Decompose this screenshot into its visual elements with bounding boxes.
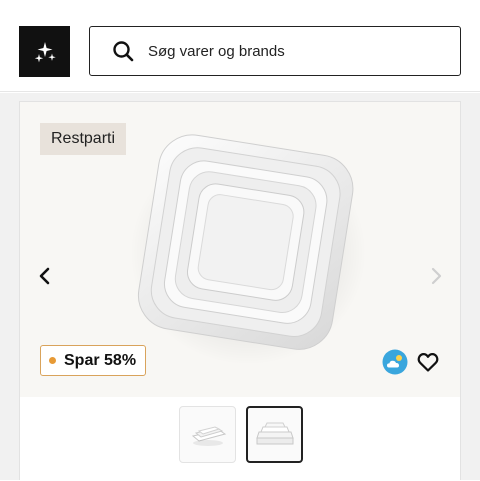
chevron-right-icon [431, 267, 442, 285]
thumbnail-2-selected[interactable] [246, 406, 303, 463]
logo-button[interactable] [19, 26, 70, 77]
product-card: Restparti Spar 58% [19, 101, 461, 481]
search-input[interactable] [148, 42, 438, 60]
next-image-button[interactable] [424, 264, 448, 288]
product-gallery[interactable]: Restparti Spar 58% [20, 102, 460, 397]
search-icon [112, 40, 134, 62]
heart-icon[interactable] [416, 350, 440, 374]
discount-badge: Spar 58% [40, 345, 147, 376]
search-bar[interactable] [89, 26, 461, 76]
sparkles-icon [34, 41, 56, 62]
thumbnail-image [191, 425, 226, 446]
discount-text: Spar 58% [64, 351, 137, 369]
previous-image-button[interactable] [33, 264, 57, 288]
restparti-badge: Restparti [40, 123, 127, 155]
thumbnail-1[interactable] [179, 406, 236, 463]
discount-dot [49, 357, 56, 364]
thumbnail-strip [20, 397, 460, 481]
chevron-left-icon [39, 267, 50, 285]
thumbnail-image [255, 422, 294, 444]
ceramic-baking-dishes-image [130, 134, 366, 365]
cloud-sun-icon[interactable] [382, 349, 408, 375]
site-header [0, 0, 480, 92]
